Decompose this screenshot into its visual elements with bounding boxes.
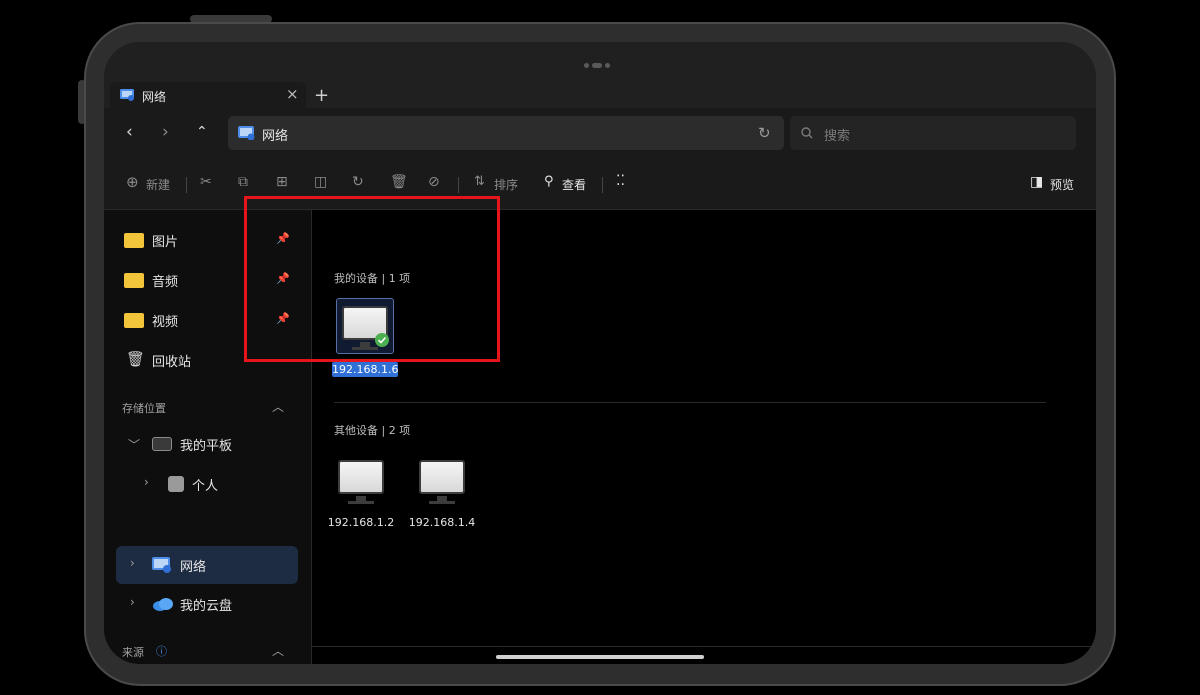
network-icon: [152, 557, 171, 573]
new-button[interactable]: 新建: [146, 176, 170, 193]
forward-icon[interactable]: ›: [162, 122, 169, 142]
computer-icon: [338, 460, 384, 494]
sort-icon[interactable]: ⇅: [474, 174, 485, 189]
chevron-down-icon[interactable]: ﹀: [128, 436, 140, 453]
sort-button[interactable]: 排序: [494, 176, 518, 193]
monitor-base: [348, 501, 374, 504]
close-icon[interactable]: ×: [286, 85, 299, 103]
bottom-divider: [312, 646, 1096, 647]
view-button[interactable]: 查看: [562, 176, 586, 193]
add-icon[interactable]: ⊕: [126, 173, 139, 191]
move-icon[interactable]: ◫: [314, 174, 327, 190]
folder-icon: [124, 313, 144, 328]
computer-icon: [419, 460, 465, 494]
sidebar-item-label: 回收站: [152, 355, 192, 370]
drive-icon: [168, 476, 184, 492]
sidebar-item-personal[interactable]: › 个人: [122, 466, 296, 502]
source-section-title: 来源: [122, 646, 144, 659]
select-icon[interactable]: ⊘: [428, 174, 440, 190]
home-indicator[interactable]: [496, 655, 704, 659]
chevron-right-icon[interactable]: ›: [130, 556, 135, 570]
trash-icon: 🗑: [126, 350, 146, 368]
sidebar-item-label: 图片: [152, 235, 179, 250]
chevron-up-icon[interactable]: ︿: [272, 398, 284, 415]
up-icon[interactable]: ⌃: [196, 124, 208, 140]
preview-button[interactable]: 预览: [1050, 176, 1074, 193]
more-icon[interactable]: ⁚⁚: [616, 173, 625, 189]
tab-strip: 网络 × +: [104, 42, 1096, 110]
sidebar-item-label: 我的平板: [180, 439, 233, 454]
sidebar-item-network[interactable]: › 网络: [116, 546, 298, 584]
navigation-bar: ‹ › ⌃ 网络 ↻ 搜索: [104, 108, 1096, 160]
view-icon[interactable]: ⚲: [544, 174, 554, 189]
rename-icon[interactable]: ↻: [352, 174, 364, 190]
storage-section-title: 存储位置: [122, 402, 166, 415]
paste-icon[interactable]: ⊞: [276, 174, 288, 190]
search-input[interactable]: 搜索: [790, 116, 1076, 150]
preview-pane-icon[interactable]: ◨: [1030, 174, 1043, 190]
chevron-up-icon[interactable]: ︿: [272, 642, 284, 659]
sidebar-item-my-tablet[interactable]: ﹀ 我的平板: [122, 426, 296, 462]
folder-icon: [124, 233, 144, 248]
delete-icon[interactable]: 🗑: [390, 174, 408, 190]
section-divider: [334, 402, 1046, 403]
sidebar-item-label: 我的云盘: [180, 599, 233, 614]
chevron-right-icon[interactable]: ›: [130, 595, 135, 609]
toolbar-divider: [186, 177, 187, 193]
new-tab-icon[interactable]: +: [314, 85, 329, 106]
sidebar-item-label: 个人: [192, 479, 219, 494]
refresh-icon[interactable]: ↻: [758, 124, 771, 142]
network-icon: [120, 89, 134, 101]
network-icon: [238, 126, 255, 140]
group-title-other-devices: 其他设备 | 2 项: [334, 424, 411, 437]
address-path: 网络: [262, 129, 289, 144]
chevron-right-icon[interactable]: ›: [144, 475, 149, 489]
camera-dots: [584, 53, 616, 68]
tab-network[interactable]: 网络 ×: [110, 82, 306, 110]
folder-icon: [124, 273, 144, 288]
tab-label: 网络: [142, 90, 167, 104]
info-icon[interactable]: ⓘ: [156, 643, 167, 659]
monitor-base: [429, 501, 455, 504]
sidebar-item-label: 网络: [180, 560, 207, 575]
cloud-icon: [153, 598, 173, 611]
tablet-icon: [152, 437, 172, 451]
cut-icon[interactable]: ✂: [200, 174, 212, 190]
copy-icon[interactable]: ⧉: [238, 174, 248, 190]
search-placeholder: 搜索: [824, 129, 851, 144]
search-icon: [801, 127, 813, 139]
device-label: 192.168.1.4: [408, 516, 476, 529]
sidebar-item-my-cloud[interactable]: › 我的云盘: [122, 586, 296, 622]
sidebar-item-label: 音频: [152, 275, 179, 290]
device-label: 192.168.1.2: [327, 516, 395, 529]
highlight-box: [244, 196, 500, 362]
device-label: 192.168.1.6: [332, 362, 399, 377]
address-bar[interactable]: 网络 ↻: [228, 116, 784, 150]
back-icon[interactable]: ‹: [126, 122, 133, 142]
toolbar-divider: [458, 177, 459, 193]
sidebar-item-label: 视频: [152, 315, 179, 330]
toolbar-divider: [602, 177, 603, 193]
